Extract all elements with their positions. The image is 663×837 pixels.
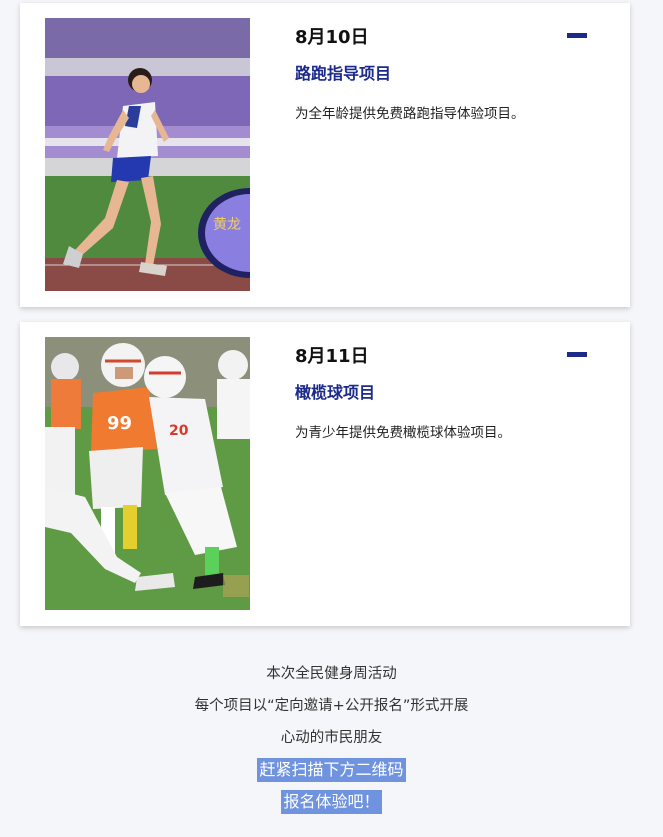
collapse-dash-icon[interactable]	[567, 352, 587, 357]
event-date: 8月10日	[295, 27, 369, 48]
svg-text:20: 20	[169, 423, 189, 439]
event-description: 为青少年提供免费橄榄球体验项目。	[295, 425, 511, 441]
event-card-running: 黄龙 8月10日 路跑指导项目 为全年龄提供免费路跑指导体验项目。	[20, 3, 630, 307]
banner-text: 黄龙	[213, 216, 241, 233]
event-title: 橄榄球项目	[295, 383, 376, 402]
footer-line: 每个项目以“定向邀请+公开报名”形式开展	[194, 698, 469, 714]
footer-text: 本次全民健身周活动 每个项目以“定向邀请+公开报名”形式开展 心动的市民朋友 赶…	[0, 658, 663, 818]
footer-line: 本次全民健身周活动	[266, 666, 397, 682]
event-card-football: 99 20 8月11日 橄榄球项目 为青少年提供免费橄榄球体验项目。	[20, 322, 630, 626]
event-description: 为全年龄提供免费路跑指导体验项目。	[295, 106, 525, 122]
footer-line: 心动的市民朋友	[280, 730, 383, 746]
collapse-dash-icon[interactable]	[567, 33, 587, 38]
event-title: 路跑指导项目	[295, 64, 392, 83]
football-photo: 99 20	[45, 337, 250, 610]
running-photo: 黄龙	[45, 18, 250, 291]
jersey-number: 99	[107, 413, 132, 434]
event-date: 8月11日	[295, 346, 369, 367]
highlight-text: 赶紧扫描下方二维码	[257, 758, 406, 782]
highlight-text: 报名体验吧！	[281, 790, 382, 814]
